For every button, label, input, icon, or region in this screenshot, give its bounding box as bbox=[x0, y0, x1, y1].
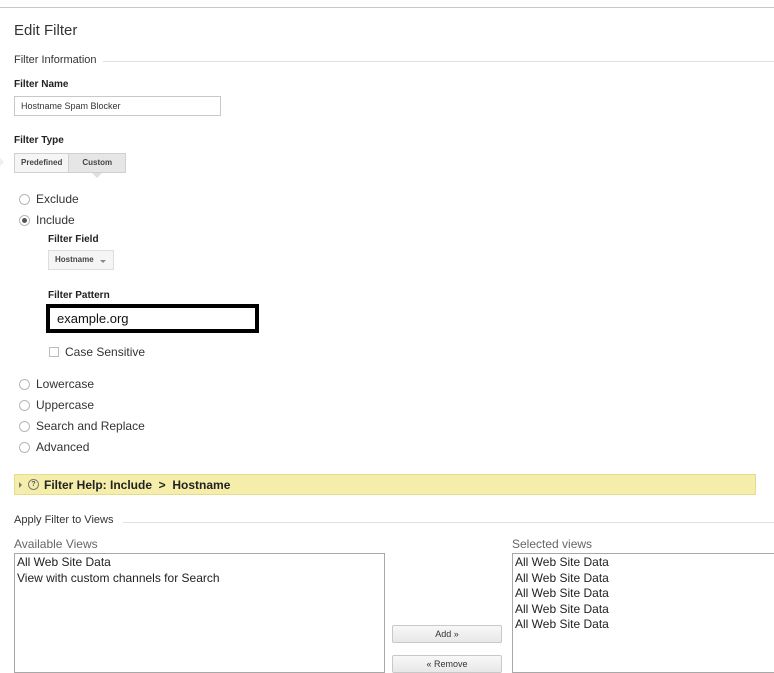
radio-include[interactable]: Include bbox=[19, 213, 75, 227]
list-item[interactable]: All Web Site Data bbox=[515, 571, 774, 587]
radio-search-and-replace-label: Search and Replace bbox=[36, 419, 145, 433]
radio-include-label: Include bbox=[36, 213, 75, 227]
radio-button-icon[interactable] bbox=[19, 399, 30, 411]
side-pointer-icon bbox=[0, 156, 4, 168]
radio-button-icon[interactable] bbox=[19, 193, 30, 205]
filter-name-input[interactable]: Hostname Spam Blocker bbox=[14, 96, 221, 116]
list-item[interactable]: All Web Site Data bbox=[515, 586, 774, 602]
checkbox-icon[interactable] bbox=[49, 347, 59, 357]
remove-button[interactable]: « Remove bbox=[392, 655, 502, 673]
radio-exclude[interactable]: Exclude bbox=[19, 192, 79, 206]
filter-field-label: Filter Field bbox=[48, 234, 99, 245]
list-item[interactable]: All Web Site Data bbox=[515, 602, 774, 618]
selected-views-label: Selected views bbox=[512, 537, 593, 551]
radio-lowercase[interactable]: Lowercase bbox=[19, 377, 94, 391]
radio-button-icon[interactable] bbox=[19, 378, 30, 390]
list-item[interactable]: All Web Site Data bbox=[515, 617, 774, 633]
section-divider bbox=[103, 61, 774, 62]
radio-uppercase-label: Uppercase bbox=[36, 398, 95, 412]
radio-button-icon[interactable] bbox=[19, 441, 30, 453]
radio-uppercase[interactable]: Uppercase bbox=[19, 398, 94, 412]
filter-type-label: Filter Type bbox=[14, 135, 64, 146]
question-circle-icon: ? bbox=[28, 479, 39, 490]
selected-pointer-icon bbox=[92, 173, 103, 178]
top-divider bbox=[0, 7, 774, 8]
filter-help-toggle[interactable]: ? Filter Help: Include > Hostname bbox=[14, 474, 756, 495]
radio-advanced-label: Advanced bbox=[36, 440, 90, 454]
filter-pattern-input[interactable]: example.org bbox=[46, 304, 259, 333]
filter-field-dropdown[interactable]: Hostname bbox=[48, 250, 114, 270]
filter-name-label: Filter Name bbox=[14, 79, 69, 90]
filter-type-toggle: Predefined Custom bbox=[14, 153, 127, 178]
selected-views-list[interactable]: All Web Site Data All Web Site Data All … bbox=[512, 553, 774, 673]
section-divider bbox=[123, 522, 774, 523]
radio-exclude-label: Exclude bbox=[36, 192, 79, 206]
filter-field-value: Hostname bbox=[55, 255, 94, 264]
tab-custom[interactable]: Custom bbox=[68, 154, 126, 178]
list-item[interactable]: All Web Site Data bbox=[515, 555, 774, 571]
case-sensitive-label: Case Sensitive bbox=[65, 345, 146, 359]
list-item[interactable]: All Web Site Data bbox=[17, 555, 382, 571]
radio-button-checked-icon[interactable] bbox=[19, 214, 30, 226]
chevron-down-icon bbox=[100, 260, 106, 263]
available-views-list[interactable]: All Web Site Data View with custom chann… bbox=[14, 553, 385, 673]
available-views-label: Available Views bbox=[14, 537, 98, 551]
list-item[interactable]: View with custom channels for Search bbox=[17, 571, 382, 587]
tab-predefined[interactable]: Predefined bbox=[15, 154, 69, 172]
page-title: Edit Filter bbox=[14, 22, 78, 39]
radio-lowercase-label: Lowercase bbox=[36, 377, 95, 391]
radio-advanced[interactable]: Advanced bbox=[19, 440, 89, 454]
case-sensitive-checkbox[interactable]: Case Sensitive bbox=[49, 345, 145, 359]
add-button[interactable]: Add » bbox=[392, 625, 502, 643]
filter-help-text: Filter Help: Include > Hostname bbox=[44, 477, 231, 492]
section-title-filter-information: Filter Information bbox=[14, 54, 97, 66]
section-title-apply-filter: Apply Filter to Views bbox=[14, 514, 114, 526]
tab-custom-label: Custom bbox=[82, 158, 113, 167]
filter-pattern-label: Filter Pattern bbox=[48, 290, 110, 301]
caret-right-icon bbox=[19, 481, 22, 488]
radio-button-icon[interactable] bbox=[19, 420, 30, 432]
radio-search-and-replace[interactable]: Search and Replace bbox=[19, 419, 145, 433]
